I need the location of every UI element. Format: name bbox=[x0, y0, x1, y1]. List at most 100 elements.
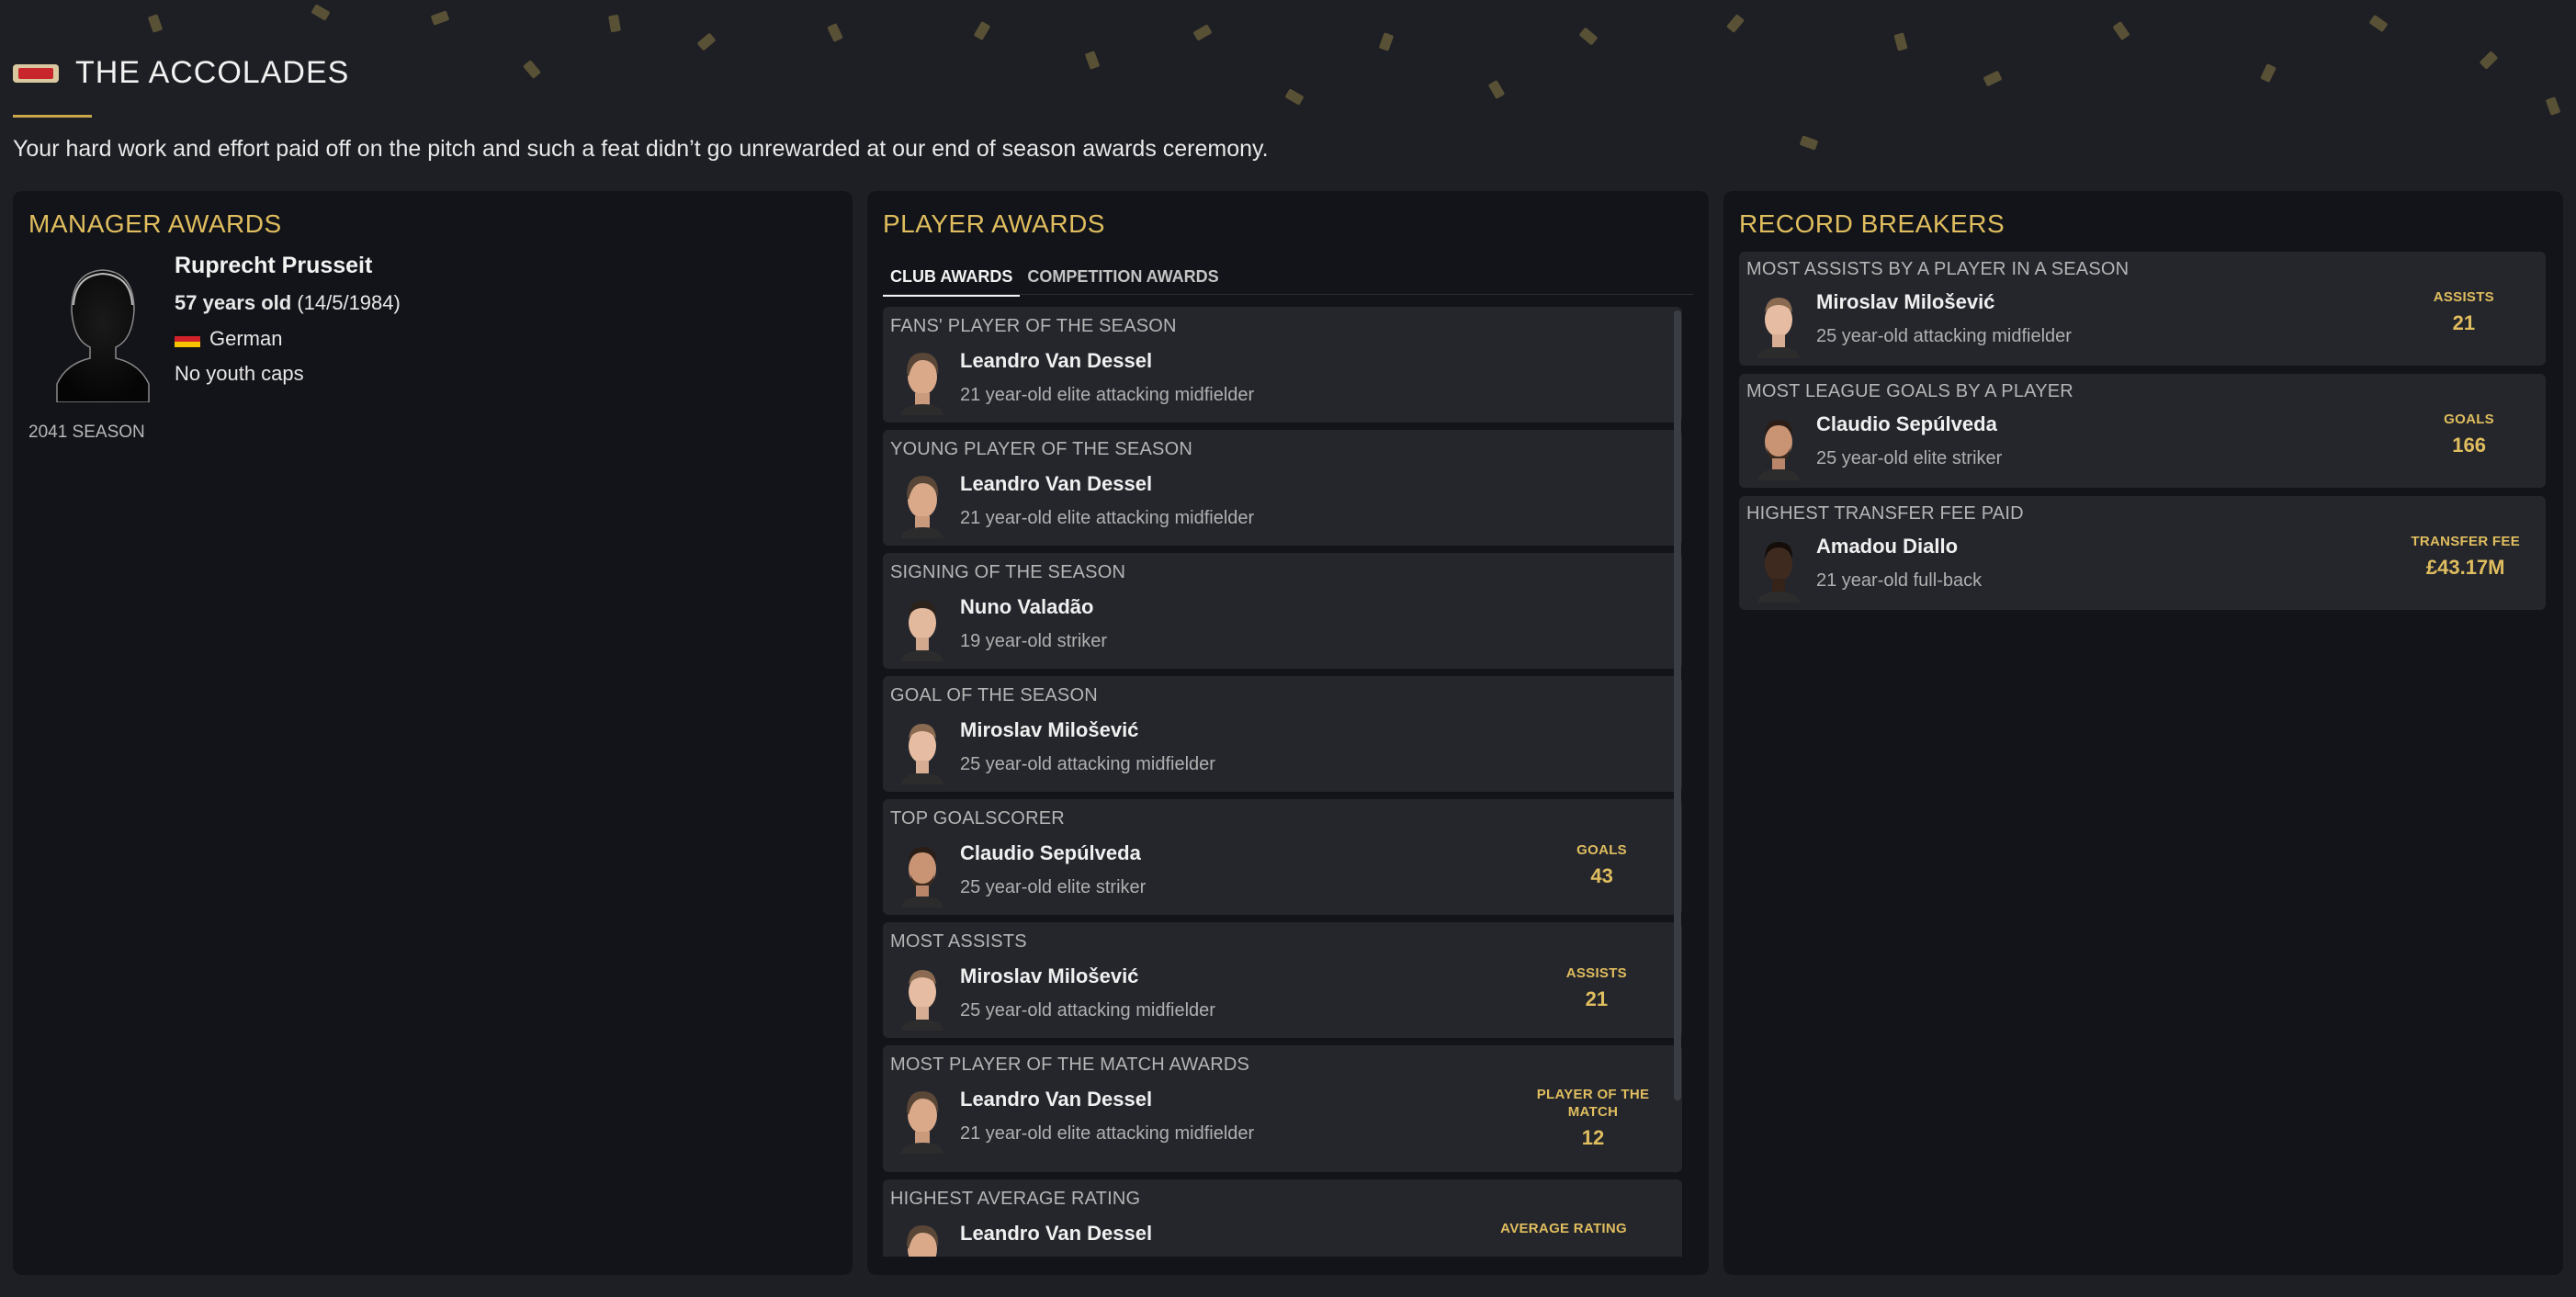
player-description: 25 year-old elite striker bbox=[1816, 448, 2003, 468]
club-awards-list: FANS' PLAYER OF THE SEASON Leandro Van D… bbox=[883, 307, 1682, 1257]
panel-title: RECORD BREAKERS bbox=[1739, 209, 2005, 238]
player-face-icon bbox=[901, 601, 943, 661]
manager-age-value: 57 years old bbox=[175, 291, 292, 314]
intro-text: Your hard work and effort paid off on th… bbox=[13, 136, 1269, 162]
player-description: 21 year-old elite attacking midfielder bbox=[960, 1123, 1255, 1144]
award-category: MOST ASSISTS bbox=[890, 931, 1027, 952]
player-name[interactable]: Leandro Van Dessel bbox=[960, 1088, 1152, 1111]
manager-awards-panel: MANAGER AWARDS Ruprecht Prusseit 57 year… bbox=[13, 191, 853, 1275]
stat-value: 43 bbox=[1590, 864, 1613, 887]
season-label: 2041 SEASON bbox=[28, 423, 145, 442]
stat-block: GOALS 166 bbox=[2444, 411, 2494, 457]
records-list: MOST ASSISTS BY A PLAYER IN A SEASON Mir… bbox=[1739, 252, 2546, 618]
award-card[interactable]: MOST ASSISTS Miroslav Milošević 25 year-… bbox=[883, 922, 1682, 1038]
manager-dob: (14/5/1984) bbox=[297, 291, 401, 314]
player-face-icon bbox=[901, 847, 943, 908]
award-card[interactable]: FANS' PLAYER OF THE SEASON Leandro Van D… bbox=[883, 307, 1682, 423]
player-description: 21 year-old elite attacking midfielder bbox=[960, 508, 1255, 528]
player-face-icon bbox=[901, 476, 943, 538]
player-face-icon bbox=[901, 724, 943, 784]
stat-block: PLAYER OF THE MATCH 12 bbox=[1533, 1086, 1653, 1150]
stat-block: ASSISTS 21 bbox=[1566, 964, 1627, 1011]
player-description: 25 year-old attacking midfielder bbox=[1816, 326, 2072, 346]
nationality-label: German bbox=[209, 327, 283, 350]
player-face-icon bbox=[901, 353, 943, 415]
record-category: MOST LEAGUE GOALS BY A PLAYER bbox=[1746, 381, 2073, 401]
stat-block: TRANSFER FEE £43.17M bbox=[2411, 533, 2520, 580]
player-face-icon bbox=[1757, 542, 1800, 603]
record-card[interactable]: HIGHEST TRANSFER FEE PAID Amadou Diallo … bbox=[1739, 496, 2546, 610]
player-name[interactable]: Amadou Diallo bbox=[1816, 535, 1958, 558]
record-category: HIGHEST TRANSFER FEE PAID bbox=[1746, 503, 2024, 524]
manager-caps: No youth caps bbox=[175, 362, 304, 385]
stat-value: 21 bbox=[2452, 311, 2476, 334]
stat-value: £43.17M bbox=[2425, 556, 2505, 579]
award-card[interactable]: GOAL OF THE SEASON Miroslav Milošević 25… bbox=[883, 676, 1682, 792]
player-name[interactable]: Nuno Valadão bbox=[960, 595, 1093, 619]
stat-label: TRANSFER FEE bbox=[2411, 534, 2520, 549]
title-underline bbox=[13, 115, 92, 118]
award-card[interactable]: HIGHEST AVERAGE RATING Leandro Van Desse… bbox=[883, 1179, 1682, 1257]
tab-competition-awards[interactable]: COMPETITION AWARDS bbox=[1020, 262, 1226, 297]
manager-age: 57 years old (14/5/1984) bbox=[175, 291, 401, 315]
record-category: MOST ASSISTS BY A PLAYER IN A SEASON bbox=[1746, 259, 2130, 279]
awards-scrollbar[interactable] bbox=[1674, 307, 1681, 1257]
page-header: THE ACCOLADES bbox=[13, 55, 349, 91]
award-category: MOST PLAYER OF THE MATCH AWARDS bbox=[890, 1055, 1250, 1075]
panel-title: PLAYER AWARDS bbox=[883, 209, 1105, 238]
award-category: TOP GOALSCORER bbox=[890, 808, 1065, 829]
stat-block: AVERAGE RATING bbox=[1500, 1220, 1627, 1243]
record-card[interactable]: MOST ASSISTS BY A PLAYER IN A SEASON Mir… bbox=[1739, 252, 2546, 366]
player-description: 21 year-old elite attacking midfielder bbox=[960, 385, 1255, 405]
player-description: 25 year-old attacking midfielder bbox=[960, 754, 1215, 774]
stat-value: 12 bbox=[1581, 1126, 1605, 1149]
stat-value: 166 bbox=[2452, 434, 2486, 457]
player-name[interactable]: Claudio Sepúlveda bbox=[1816, 412, 1997, 436]
award-card[interactable]: SIGNING OF THE SEASON Nuno Valadão 19 ye… bbox=[883, 553, 1682, 669]
player-name[interactable]: Leandro Van Dessel bbox=[960, 472, 1152, 496]
page-title: THE ACCOLADES bbox=[75, 55, 350, 90]
player-name[interactable]: Leandro Van Dessel bbox=[960, 1222, 1152, 1246]
stat-label: GOALS bbox=[1576, 842, 1627, 858]
stat-label: PLAYER OF THE MATCH bbox=[1536, 1087, 1650, 1120]
award-category: YOUNG PLAYER OF THE SEASON bbox=[890, 439, 1192, 459]
stat-label: AVERAGE RATING bbox=[1500, 1221, 1627, 1236]
player-description: 19 year-old striker bbox=[960, 631, 1108, 651]
tab-club-awards[interactable]: CLUB AWARDS bbox=[883, 262, 1021, 297]
player-name[interactable]: Miroslav Milošević bbox=[960, 718, 1138, 742]
award-category: SIGNING OF THE SEASON bbox=[890, 562, 1126, 582]
record-breakers-panel: RECORD BREAKERS MOST ASSISTS BY A PLAYER… bbox=[1723, 191, 2563, 1275]
manager-name[interactable]: Ruprecht Prusseit bbox=[175, 253, 372, 279]
player-face-icon bbox=[907, 1225, 939, 1257]
player-name[interactable]: Claudio Sepúlveda bbox=[960, 841, 1141, 865]
award-category: FANS' PLAYER OF THE SEASON bbox=[890, 316, 1177, 336]
scrollbar-thumb[interactable] bbox=[1674, 310, 1681, 1100]
manager-nationality: German bbox=[175, 327, 282, 351]
award-card[interactable]: YOUNG PLAYER OF THE SEASON Leandro Van D… bbox=[883, 430, 1682, 546]
stat-block: ASSISTS 21 bbox=[2434, 288, 2494, 335]
award-tabs: CLUB AWARDS COMPETITION AWARDS bbox=[883, 262, 1226, 297]
player-name[interactable]: Miroslav Milošević bbox=[960, 964, 1138, 988]
germany-flag-icon bbox=[175, 331, 200, 347]
player-face-icon bbox=[1757, 420, 1800, 480]
player-name[interactable]: Leandro Van Dessel bbox=[960, 349, 1152, 373]
award-category: HIGHEST AVERAGE RATING bbox=[890, 1189, 1141, 1209]
panel-title: MANAGER AWARDS bbox=[28, 209, 282, 238]
player-name[interactable]: Miroslav Milošević bbox=[1816, 290, 1994, 314]
tab-divider bbox=[883, 294, 1693, 295]
manager-silhouette-icon bbox=[56, 269, 150, 402]
stat-block: GOALS 43 bbox=[1576, 841, 1627, 888]
player-face-icon bbox=[1757, 298, 1800, 358]
player-description: 25 year-old elite striker bbox=[960, 877, 1147, 897]
stat-value: 21 bbox=[1585, 987, 1609, 1010]
player-description: 21 year-old full-back bbox=[1816, 570, 1983, 591]
stat-label: ASSISTS bbox=[1565, 965, 1627, 981]
award-card[interactable]: TOP GOALSCORER Claudio Sepúlveda 25 year… bbox=[883, 799, 1682, 915]
record-card[interactable]: MOST LEAGUE GOALS BY A PLAYER Claudio Se… bbox=[1739, 374, 2546, 488]
player-awards-panel: PLAYER AWARDS CLUB AWARDS COMPETITION AW… bbox=[867, 191, 1709, 1275]
award-card[interactable]: MOST PLAYER OF THE MATCH AWARDS Leandro … bbox=[883, 1045, 1682, 1172]
player-description: 25 year-old attacking midfielder bbox=[960, 1000, 1215, 1021]
stat-label: GOALS bbox=[2444, 412, 2494, 427]
award-category: GOAL OF THE SEASON bbox=[890, 685, 1098, 705]
player-face-icon bbox=[901, 970, 943, 1031]
